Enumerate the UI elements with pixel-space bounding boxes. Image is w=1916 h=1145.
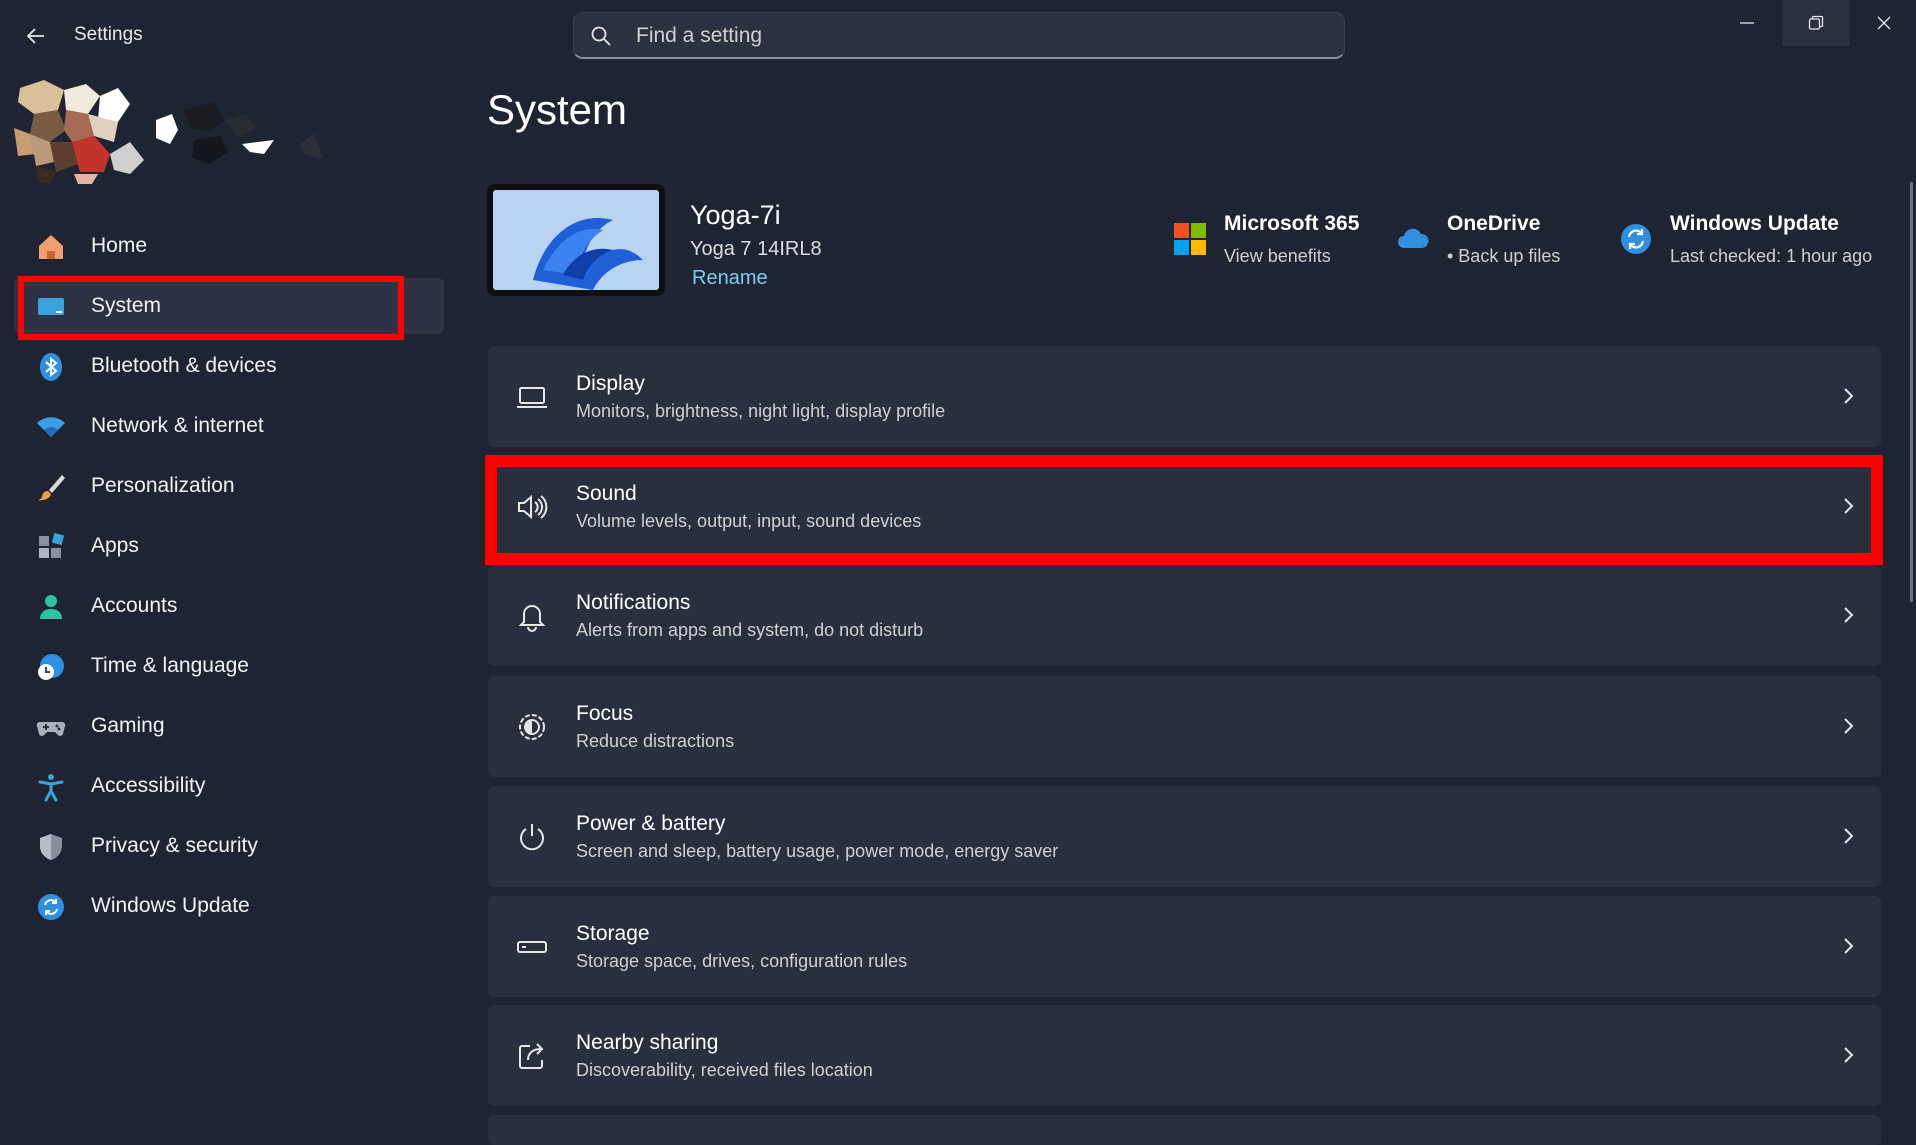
user-avatar-banner[interactable] (14, 80, 364, 190)
onedrive-cloud-icon (1398, 228, 1429, 248)
sidebar-item-label: Accounts (91, 594, 178, 617)
sidebar-item-label: Bluetooth & devices (91, 354, 277, 377)
chevron-right-icon (1844, 828, 1854, 844)
sidebar-item-label: Network & internet (91, 414, 264, 437)
scrollbar-thumb[interactable] (1910, 182, 1913, 602)
bell-icon (514, 598, 550, 634)
sidebar-item-accessibility[interactable]: Accessibility (14, 758, 444, 814)
device-model: Yoga 7 14IRL8 (690, 238, 822, 260)
bluetooth-icon (36, 352, 66, 382)
settings-item-title: Power & battery (576, 812, 726, 835)
sidebar-item-home[interactable]: Home (14, 218, 444, 274)
sidebar-item-label: Home (91, 234, 148, 257)
close-button[interactable] (1850, 0, 1916, 46)
minimize-button[interactable] (1713, 0, 1781, 46)
restore-button[interactable] (1782, 0, 1850, 46)
home-icon (36, 232, 66, 262)
settings-item-notifications[interactable]: Notifications Alerts from apps and syste… (488, 565, 1881, 666)
quick-link-title: Windows Update (1670, 212, 1839, 235)
close-icon (1877, 16, 1891, 30)
system-highlight-box (18, 276, 404, 340)
gamepad-icon (36, 712, 66, 742)
chevron-right-icon (1844, 607, 1854, 623)
settings-item-subtitle: Screen and sleep, battery usage, power m… (576, 841, 1059, 861)
avatar-image (14, 80, 324, 184)
settings-item-subtitle: Alerts from apps and system, do not dist… (576, 620, 924, 640)
sidebar-item-network[interactable]: Network & internet (14, 398, 444, 454)
sidebar-item-bluetooth[interactable]: Bluetooth & devices (14, 338, 444, 394)
wifi-icon (36, 412, 66, 442)
sidebar-item-personalization[interactable]: Personalization (14, 458, 444, 514)
sidebar-item-windows-update[interactable]: Windows Update (14, 878, 444, 934)
settings-item-nearby-sharing[interactable]: Nearby sharing Discoverability, received… (488, 1005, 1881, 1106)
accessibility-icon (36, 772, 66, 802)
focus-icon (514, 709, 550, 745)
search-box[interactable] (573, 12, 1345, 59)
device-thumbnail (487, 184, 665, 296)
settings-item-power-battery[interactable]: Power & battery Screen and sleep, batter… (488, 786, 1881, 887)
settings-item-title: Storage (576, 922, 650, 945)
back-arrow-icon (26, 28, 44, 44)
settings-item-title: Display (576, 372, 645, 395)
settings-item-subtitle: Discoverability, received files location (576, 1060, 873, 1080)
sidebar-item-label: Windows Update (91, 894, 250, 917)
chevron-right-icon (1844, 388, 1854, 404)
chevron-right-icon (1844, 1047, 1854, 1063)
settings-item-partial[interactable] (488, 1115, 1881, 1145)
quick-link-title: Microsoft 365 (1224, 212, 1360, 235)
apps-icon (36, 532, 66, 562)
settings-item-focus[interactable]: Focus Reduce distractions (488, 676, 1881, 777)
display-icon (514, 379, 550, 415)
sidebar-item-label: Gaming (91, 714, 165, 737)
minimize-icon (1740, 22, 1754, 24)
settings-item-display[interactable]: Display Monitors, brightness, night ligh… (488, 346, 1881, 447)
quick-link-subtitle: View benefits (1224, 246, 1331, 266)
paintbrush-icon (36, 472, 66, 502)
app-title: Settings (74, 24, 143, 45)
settings-item-storage[interactable]: Storage Storage space, drives, configura… (488, 896, 1881, 997)
sidebar-item-label: Privacy & security (91, 834, 258, 857)
storage-icon (514, 929, 550, 965)
account-icon (36, 592, 66, 622)
sidebar-item-label: Time & language (91, 654, 249, 677)
quick-link-subtitle: Last checked: 1 hour ago (1670, 246, 1873, 266)
sidebar-item-gaming[interactable]: Gaming (14, 698, 444, 754)
quick-link-title: OneDrive (1447, 212, 1541, 235)
search-icon (591, 26, 611, 46)
search-input[interactable] (634, 13, 1318, 58)
microsoft-365-icon (1174, 223, 1206, 255)
back-button[interactable] (18, 18, 54, 54)
globe-clock-icon (36, 652, 66, 682)
windows-update-icon (1621, 224, 1651, 254)
wallpaper-bloom-image (493, 190, 659, 290)
sidebar-item-accounts[interactable]: Accounts (14, 578, 444, 634)
settings-item-title: Focus (576, 702, 634, 725)
sidebar-item-privacy[interactable]: Privacy & security (14, 818, 444, 874)
sound-highlight-box (485, 455, 1883, 565)
shield-icon (36, 832, 66, 862)
restore-icon (1808, 15, 1824, 30)
title-bar: Settings (0, 0, 1916, 74)
chevron-right-icon (1844, 938, 1854, 954)
rename-link[interactable]: Rename (692, 267, 768, 290)
settings-item-title: Notifications (576, 591, 691, 614)
page-title: System (487, 86, 628, 133)
update-icon (36, 892, 66, 922)
device-name: Yoga-7i (690, 200, 781, 230)
power-icon (514, 819, 550, 855)
sidebar-item-time-language[interactable]: Time & language (14, 638, 444, 694)
chevron-right-icon (1844, 718, 1854, 734)
sidebar-item-label: Apps (91, 534, 139, 557)
sidebar-item-apps[interactable]: Apps (14, 518, 444, 574)
sidebar-item-label: Personalization (91, 474, 235, 497)
quick-link-subtitle: • Back up files (1447, 246, 1561, 266)
settings-item-subtitle: Storage space, drives, configuration rul… (576, 951, 908, 971)
share-icon (514, 1038, 550, 1074)
sidebar-item-label: Accessibility (91, 774, 206, 797)
settings-item-subtitle: Reduce distractions (576, 731, 735, 751)
settings-item-title: Nearby sharing (576, 1031, 719, 1054)
settings-item-subtitle: Monitors, brightness, night light, displ… (576, 401, 946, 421)
